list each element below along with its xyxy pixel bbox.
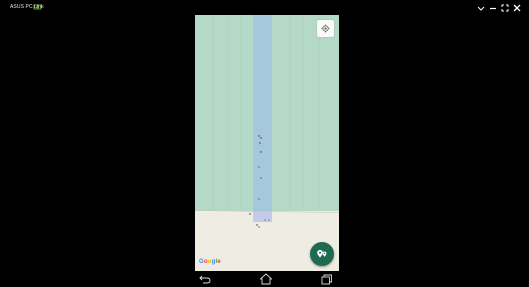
map-marker xyxy=(259,142,261,144)
land-area xyxy=(253,222,272,271)
window-controls xyxy=(477,3,521,13)
close-icon[interactable] xyxy=(513,4,521,12)
map-marker xyxy=(260,137,262,139)
home-icon xyxy=(260,273,272,285)
minimize-icon[interactable] xyxy=(489,4,497,12)
map-marker xyxy=(258,166,260,168)
water-channel xyxy=(253,15,272,222)
place-icon xyxy=(317,250,327,258)
map-marker xyxy=(260,151,262,153)
google-attribution: Google xyxy=(199,259,221,265)
android-nav-bar xyxy=(195,271,339,287)
recents-icon xyxy=(321,274,332,284)
map-marker xyxy=(258,226,260,228)
map-marker xyxy=(264,219,266,221)
places-fab-button[interactable] xyxy=(310,242,334,266)
google-letter: e xyxy=(217,259,221,265)
map-marker xyxy=(258,198,260,200)
phone-link-icon xyxy=(33,4,42,10)
pc-link-window: ASUS PC Link Google xyxy=(0,0,529,287)
map-view[interactable] xyxy=(195,15,339,271)
fullscreen-icon[interactable] xyxy=(501,4,509,12)
map-marker xyxy=(249,213,251,215)
back-icon xyxy=(199,275,211,284)
collapse-icon[interactable] xyxy=(477,4,485,12)
home-button[interactable] xyxy=(259,273,273,285)
map-marker xyxy=(256,224,258,226)
title-bar: ASUS PC Link xyxy=(0,0,529,16)
map-marker xyxy=(268,219,270,221)
back-button[interactable] xyxy=(198,273,212,285)
map-marker xyxy=(260,177,262,179)
phone-screen: Google xyxy=(195,15,339,271)
map-canvas xyxy=(195,15,339,271)
recents-button[interactable] xyxy=(320,273,334,285)
map-marker xyxy=(258,135,260,137)
my-location-icon xyxy=(321,24,330,33)
my-location-button[interactable] xyxy=(317,20,334,37)
